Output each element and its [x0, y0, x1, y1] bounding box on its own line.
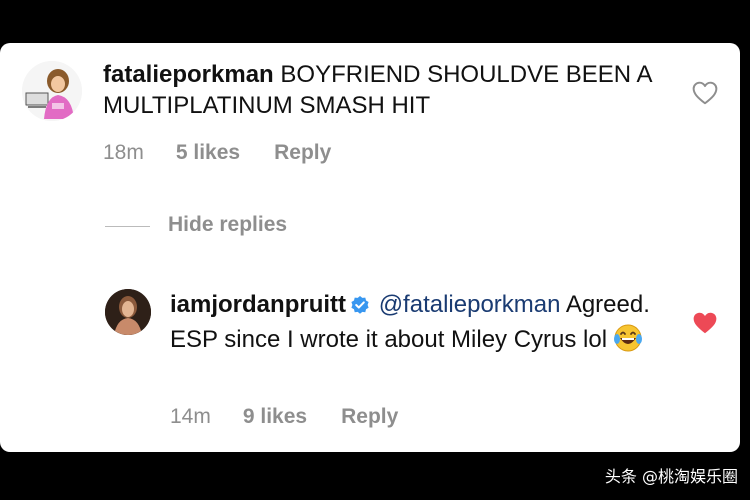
comment-2-meta: 14m 9 likes Reply — [170, 405, 398, 429]
comment-1-body: fatalieporkman BOYFRIEND SHOULDVE BEEN A… — [103, 59, 663, 121]
comment-2-heart-icon[interactable] — [692, 311, 718, 340]
watermark: 头条 @桃淘娱乐圈 — [604, 467, 738, 486]
hide-replies-button[interactable]: Hide replies — [168, 213, 287, 237]
comment-1-heart-icon[interactable] — [692, 81, 718, 110]
comment-1-meta: 18m 5 likes Reply — [103, 141, 331, 165]
avatar-illustration-icon — [22, 61, 82, 121]
comment-1-reply-button[interactable]: Reply — [274, 141, 331, 165]
comment-2-likes[interactable]: 9 likes — [243, 405, 307, 429]
verified-badge-icon — [350, 292, 370, 323]
comment-2-reply-button[interactable]: Reply — [341, 405, 398, 429]
comment-2-body: iamjordanpruitt @fatalieporkman Agreed. … — [170, 289, 690, 361]
comment-1-username[interactable]: fatalieporkman — [103, 61, 274, 88]
avatar-fatalieporkman[interactable] — [22, 61, 82, 121]
hide-replies-divider — [105, 226, 150, 227]
avatar-iamjordanpruitt[interactable] — [105, 289, 151, 335]
laughing-tears-emoji-icon — [613, 323, 643, 361]
comment-1-time: 18m — [103, 141, 144, 164]
avatar-photo-icon — [105, 289, 151, 335]
comment-2-mention[interactable]: @fatalieporkman — [379, 291, 561, 318]
comment-2-username[interactable]: iamjordanpruitt — [170, 291, 346, 318]
comment-card: fatalieporkman BOYFRIEND SHOULDVE BEEN A… — [0, 43, 740, 452]
comment-1-likes[interactable]: 5 likes — [176, 141, 240, 165]
comment-2-time: 14m — [170, 405, 211, 428]
